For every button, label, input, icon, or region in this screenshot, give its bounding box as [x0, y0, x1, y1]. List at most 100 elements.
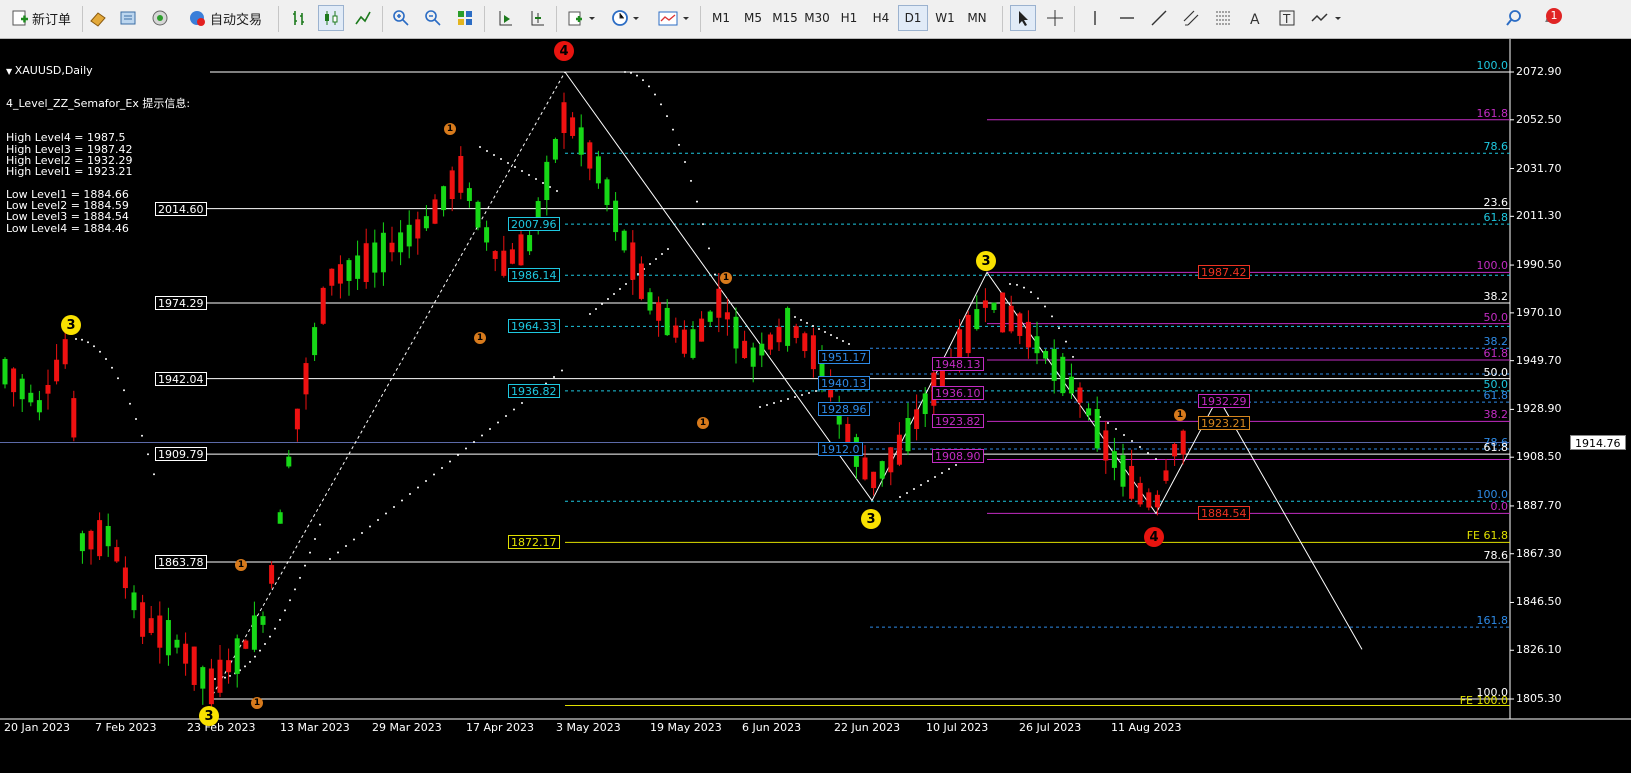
text-button[interactable]: A [1242, 5, 1268, 31]
search-button[interactable] [1502, 5, 1526, 31]
candlestick-button[interactable] [318, 5, 344, 31]
price-label-box: 1942.04 [155, 371, 207, 386]
price-chart[interactable]: ▼ XAUUSD,Daily 4_Level_ZZ_Semafor_Ex 提示信… [0, 39, 1631, 773]
vertical-line-button[interactable] [1082, 5, 1108, 31]
sar-dot [630, 71, 632, 74]
price-label-box: 1987.42 [1198, 265, 1250, 280]
price-label-box: 1974.29 [155, 296, 207, 311]
auto-trading-button[interactable]: 自动交易 [180, 5, 270, 31]
candle-body [286, 456, 292, 467]
line-chart-button[interactable] [350, 5, 376, 31]
candle-body [922, 393, 928, 415]
tile-windows-button[interactable] [452, 5, 478, 31]
cursor-button[interactable] [1010, 5, 1036, 31]
horizontal-line-button[interactable] [1114, 5, 1140, 31]
sar-dot [401, 499, 403, 502]
candle-body [690, 329, 696, 358]
candle-body [888, 447, 894, 473]
zoom-out-button[interactable] [420, 5, 446, 31]
sar-dot [684, 161, 686, 163]
sar-dot [696, 200, 698, 203]
sar-dot [486, 150, 488, 152]
candle-body [114, 547, 120, 562]
date-axis-label: 17 Apr 2023 [466, 721, 535, 734]
sar-dot [1123, 434, 1125, 436]
sar-dot [601, 303, 603, 305]
candle-body [871, 471, 877, 489]
sar-dot [214, 678, 216, 680]
date-axis-label: 7 Feb 2023 [95, 721, 157, 734]
indicators-button[interactable] [564, 5, 600, 31]
new-order-button[interactable]: 新订单 [4, 5, 78, 31]
equidistant-channel-button[interactable] [1178, 5, 1204, 31]
timeframe-d1[interactable]: D1 [898, 5, 928, 31]
candle-body [647, 292, 653, 311]
sar-dot [624, 71, 626, 73]
candle-body [415, 219, 421, 239]
arrows-button[interactable] [1306, 5, 1346, 31]
fib-level-label: 50.0 [1483, 310, 1509, 324]
price-label-box: 1951.17 [818, 350, 870, 365]
sar-dot [500, 158, 502, 160]
sar-dot [1107, 422, 1109, 424]
trendline-button[interactable] [1146, 5, 1172, 31]
price-axis-label: 2072.90 [1516, 65, 1562, 78]
zoom-in-button[interactable] [388, 5, 414, 31]
alerts-button[interactable]: 1 [1534, 5, 1566, 31]
candle-body [896, 434, 902, 465]
sar-dot [129, 402, 131, 405]
sar-dot [493, 154, 495, 156]
sar-dot [595, 308, 597, 310]
navigator-button[interactable] [148, 5, 172, 31]
market-watch-button[interactable] [86, 5, 110, 31]
timeframe-w1[interactable]: W1 [930, 5, 960, 31]
periods-button[interactable] [608, 5, 644, 31]
candle-body [208, 668, 214, 705]
semafor-signal-icon: 3 [976, 251, 996, 271]
timeframe-mn[interactable]: MN [962, 5, 992, 31]
candle-body [1068, 376, 1074, 394]
sar-dot [521, 402, 523, 404]
candle-body [1129, 465, 1135, 499]
candle-body [157, 615, 163, 648]
text-label-button[interactable]: T [1274, 5, 1300, 31]
candle-body [578, 127, 584, 155]
sar-dot [649, 263, 651, 265]
timeframe-m15[interactable]: M15 [770, 5, 800, 31]
autoscroll-icon [499, 11, 512, 26]
candle-body [226, 660, 232, 673]
price-label-box: 1909.79 [155, 447, 207, 462]
date-axis-label: 26 Jul 2023 [1019, 721, 1082, 734]
templates-button[interactable] [654, 5, 694, 31]
price-axis-label: 1990.50 [1516, 258, 1562, 272]
sar-dot [812, 325, 814, 327]
data-window-button[interactable] [116, 5, 140, 31]
equidistant-channel-icon [1183, 10, 1199, 26]
sar-dot [848, 343, 850, 345]
fibonacci-button[interactable] [1210, 5, 1236, 31]
timeframe-m30[interactable]: M30 [802, 5, 832, 31]
candle-body [234, 638, 240, 674]
search-icon [1506, 10, 1521, 26]
navigator-icon [152, 10, 168, 26]
bar-chart-button[interactable] [286, 5, 312, 31]
timeframe-h1[interactable]: H1 [834, 5, 864, 31]
chart-shift-button[interactable] [524, 5, 550, 31]
crosshair-button[interactable] [1042, 5, 1068, 31]
candle-body [79, 533, 85, 552]
candle-body [191, 646, 197, 685]
autoscroll-button[interactable] [492, 5, 518, 31]
sar-dot [1023, 286, 1025, 289]
sar-dot [99, 350, 101, 353]
new-order-label: 新订单 [31, 12, 71, 28]
timeframe-m5[interactable]: M5 [738, 5, 768, 31]
timeframe-m1[interactable]: M1 [706, 5, 736, 31]
candle-body [183, 643, 189, 664]
semafor-minor-icon: 1 [720, 272, 732, 284]
candle-body [1163, 470, 1169, 481]
candle-body [518, 234, 524, 266]
sar-dot [441, 467, 443, 469]
candle-body [1043, 351, 1049, 359]
sar-dot [75, 338, 77, 340]
timeframe-h4[interactable]: H4 [866, 5, 896, 31]
